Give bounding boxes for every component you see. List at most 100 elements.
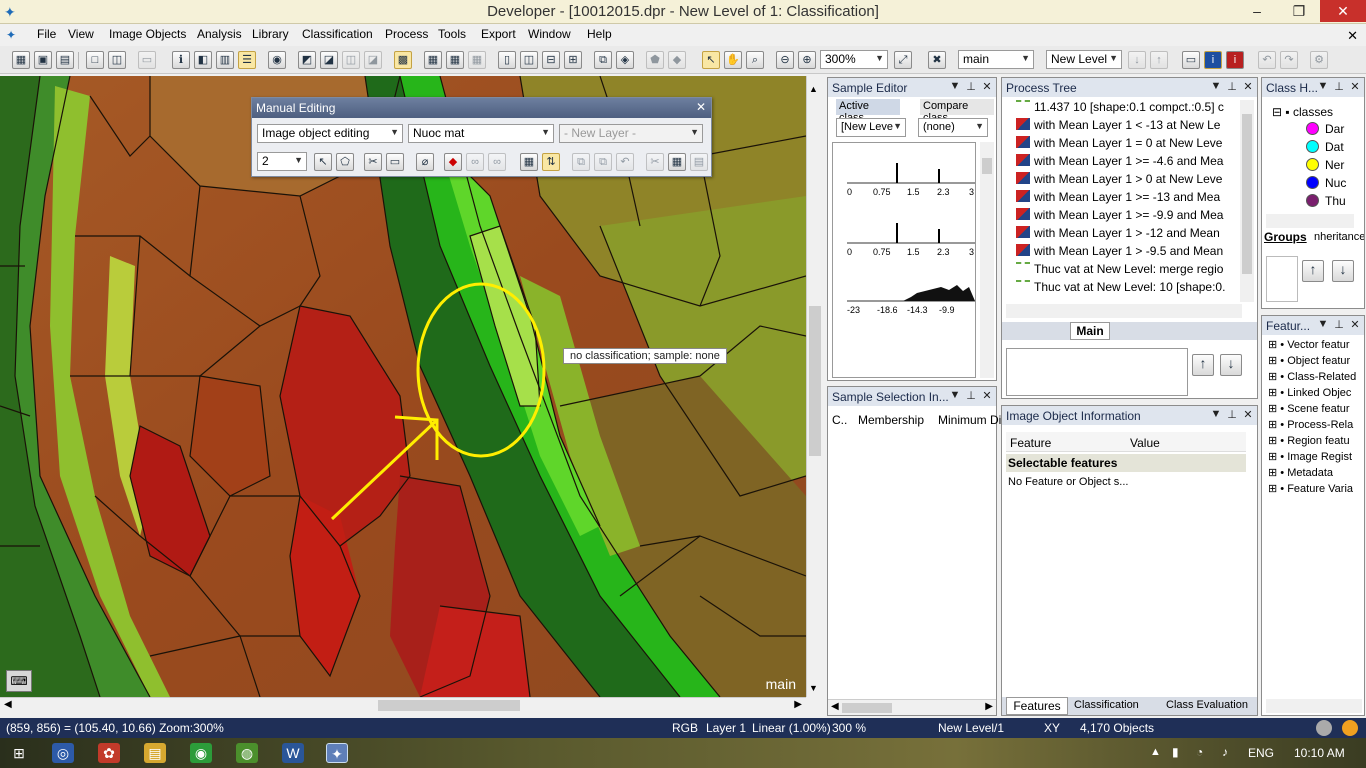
panel-close-icon[interactable]: ✕ [1348, 80, 1362, 93]
tab-inheritance[interactable]: nheritance [1314, 231, 1364, 243]
feature-view-icon[interactable]: ◧ [194, 51, 212, 69]
panel-menu-icon[interactable]: ▼ [1209, 408, 1223, 420]
sample-editor-icon[interactable]: ◉ [268, 51, 286, 69]
pin-icon[interactable]: ⊥ [1332, 318, 1346, 331]
pin-icon[interactable]: ⊥ [1332, 80, 1346, 93]
menu-library[interactable]: Library [252, 27, 289, 41]
menu-export[interactable]: Export [481, 27, 516, 41]
scroll-up-icon[interactable]: ▲ [809, 84, 818, 94]
process-tree-icon[interactable]: ☰ [238, 51, 256, 69]
process-tree-row[interactable]: 11.437 10 [shape:0.1 compct.:0.5] c [1006, 100, 1224, 114]
show-outlines-icon[interactable]: ▩ [394, 51, 412, 69]
panel-menu-icon[interactable]: ▼ [1316, 318, 1330, 330]
taskbar-app-1-icon[interactable]: ◎ [52, 743, 74, 763]
process-tree-row[interactable]: with Mean Layer 1 = 0 at New Leve [1006, 136, 1222, 150]
expand-icon[interactable]: ⊟ ▪ [1272, 105, 1293, 119]
pin-icon[interactable]: ⊥ [964, 80, 978, 93]
menu-help[interactable]: Help [587, 27, 612, 41]
process-tree-row[interactable]: with Mean Layer 1 >= -13 and Mea [1006, 190, 1220, 204]
zoom-to-window-icon[interactable]: ⤢ [894, 51, 912, 69]
panel-close-icon[interactable]: ✕ [1241, 408, 1255, 421]
class-item[interactable]: Thu [1306, 194, 1346, 208]
menu-window[interactable]: Window [528, 27, 571, 41]
area-zoom-icon[interactable]: ⌕ [746, 51, 764, 69]
col-class-header[interactable]: C.. [832, 413, 847, 427]
panel-menu-icon[interactable]: ▼ [1209, 80, 1223, 92]
col-feature-header[interactable]: Feature [1006, 432, 1126, 452]
polygon-view-icon[interactable]: ▦ [468, 51, 486, 69]
editing-mode-select[interactable]: Image object editing ▼ [257, 124, 403, 143]
process-tree-row[interactable]: Thuc vat at New Level: merge regio [1006, 262, 1223, 276]
clock[interactable]: 10:10 AM [1294, 746, 1345, 760]
class-down-icon[interactable]: ↓ [1332, 260, 1354, 282]
col-min-dist-header[interactable]: Minimum Dis [938, 413, 1007, 427]
active-class-tab[interactable]: Active class [836, 99, 900, 124]
panel-close-icon[interactable]: ✕ [1241, 80, 1255, 93]
panel-menu-icon[interactable]: ▼ [948, 80, 962, 92]
save-project-icon[interactable]: ▤ [56, 51, 74, 69]
chrome-icon[interactable]: ◉ [190, 743, 212, 763]
level-select[interactable]: New Level ▼ [1046, 50, 1122, 69]
pin-icon[interactable]: ⊥ [1225, 408, 1239, 421]
menu-view[interactable]: View [68, 27, 94, 41]
feature-tree-item[interactable]: ⊞ • Object featur [1268, 354, 1350, 367]
class-hierarchy-hscroll[interactable] [1266, 214, 1354, 228]
expand-icon[interactable]: ⊞ • [1268, 403, 1287, 415]
level-up-icon[interactable]: ↑ [1150, 51, 1168, 69]
minimize-button[interactable]: – [1240, 0, 1274, 22]
feature-view-hscroll[interactable] [1266, 699, 1362, 713]
expand-icon[interactable]: ⊞ • [1268, 371, 1287, 383]
volume-icon[interactable]: ♪ [1222, 745, 1228, 759]
scroll-left-icon[interactable]: ◀ [831, 701, 839, 712]
delete-object-icon[interactable]: ✂ [646, 153, 664, 171]
expand-icon[interactable]: ⊞ • [1268, 467, 1287, 479]
process-tree-hscroll[interactable] [1006, 304, 1242, 318]
zoom-out-icon[interactable]: ⊖ [776, 51, 794, 69]
cut-objects-icon[interactable]: ⌀ [416, 153, 434, 171]
class-item[interactable]: Dar [1306, 122, 1344, 136]
map-select[interactable]: main ▼ [958, 50, 1034, 69]
single-view-icon[interactable]: ▯ [498, 51, 516, 69]
merge-all-icon[interactable]: ∞ [488, 153, 506, 171]
editing-layer-select[interactable]: - New Layer - ▼ [559, 124, 703, 143]
save-workspace-icon[interactable]: ▭ [138, 51, 156, 69]
active-class-select[interactable]: [New Leve ▼ [836, 118, 906, 137]
panel-close-icon[interactable]: ✕ [1348, 318, 1362, 331]
maximize-button[interactable]: ❐ [1282, 0, 1316, 22]
pan-tool-icon[interactable]: ✋ [724, 51, 742, 69]
feature-tree-item[interactable]: ⊞ • Vector featur [1268, 338, 1350, 351]
tray-up-icon[interactable]: ▲ [1150, 746, 1161, 758]
menu-image-objects[interactable]: Image Objects [109, 27, 186, 41]
file-explorer-icon[interactable]: ▤ [144, 743, 166, 763]
class-hierarchy-icon[interactable]: ▥ [216, 51, 234, 69]
menu-process[interactable]: Process [385, 27, 428, 41]
feature-tree[interactable]: ⊞ • Vector featur ⊞ • Object featur ⊞ • Cl… [1268, 338, 1364, 508]
help-icon[interactable]: i [1226, 51, 1244, 69]
expand-icon[interactable]: ⊞ • [1268, 355, 1287, 367]
process-tree-row[interactable]: Thuc vat at New Level: 10 [shape:0. [1006, 280, 1225, 294]
class-up-icon[interactable]: ↑ [1302, 260, 1324, 282]
select-objects-icon[interactable]: ↖ [314, 153, 332, 171]
split-horizontal-icon[interactable]: ⊟ [542, 51, 560, 69]
expand-icon[interactable]: ⊞ • [1268, 483, 1287, 495]
object-mean-view-icon[interactable]: ▦ [446, 51, 464, 69]
view-outline-icon[interactable]: ◪ [364, 51, 382, 69]
polygon-select-icon[interactable]: ⬠ [336, 153, 354, 171]
menu-classification[interactable]: Classification [302, 27, 373, 41]
classify-objects-icon[interactable]: ◆ [444, 153, 462, 171]
close-window-button[interactable]: ✕ [1320, 0, 1366, 22]
windows-start-icon[interactable]: ⊞ [8, 743, 30, 763]
image-layers-icon[interactable]: ◈ [616, 51, 634, 69]
new-workspace-icon[interactable]: □ [86, 51, 104, 69]
undo-edit-icon[interactable]: ↶ [616, 153, 634, 171]
move-up-icon[interactable]: ↑ [1192, 354, 1214, 376]
process-tree-row[interactable]: with Mean Layer 1 < -13 at New Le [1006, 118, 1220, 132]
process-description-box[interactable] [1006, 348, 1188, 396]
scroll-right-icon[interactable]: ▶ [794, 699, 802, 710]
scroll-right-icon[interactable]: ▶ [985, 701, 993, 712]
open-project-icon[interactable]: ▣ [34, 51, 52, 69]
compare-class-tab[interactable]: Compare class [920, 99, 994, 124]
class-description-box[interactable] [1266, 256, 1298, 302]
panel-menu-icon[interactable]: ▼ [1316, 80, 1330, 92]
taskbar-app-2-icon[interactable]: ✿ [98, 743, 120, 763]
